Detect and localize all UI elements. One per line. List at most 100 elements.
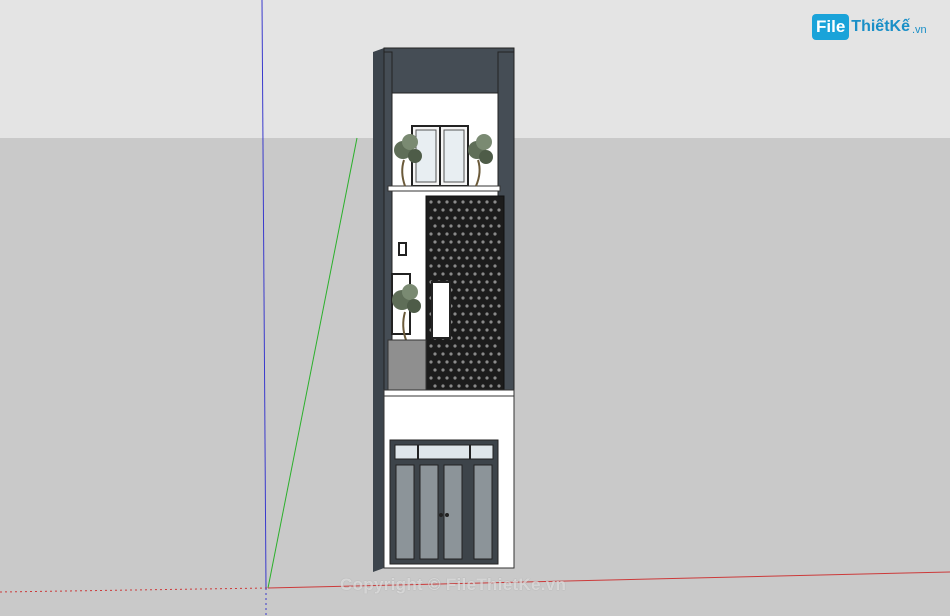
breeze-block-hole [433,352,437,356]
breeze-block-hole [461,280,465,284]
blue-axis [261,0,267,589]
breeze-block-hole [453,344,457,348]
breeze-block-hole [489,256,493,260]
breeze-block-hole [429,264,433,268]
breeze-block-hole [477,280,481,284]
breeze-block-hole [433,240,437,244]
breeze-block-hole [489,272,493,276]
breeze-block-hole [449,368,453,372]
breeze-block-hole [445,376,449,380]
breeze-block-hole [477,200,481,204]
breeze-block-hole [457,352,461,356]
breeze-block-hole [457,240,461,244]
breeze-block-hole [449,352,453,356]
breeze-block-hole [489,320,493,324]
breeze-block-hole [485,296,489,300]
breeze-block-hole [473,304,477,308]
green-axis [267,137,358,589]
breeze-block-hole [445,248,449,252]
planter-box [387,339,427,393]
logo-name: ThiếtKế [851,18,910,35]
model-scene[interactable] [0,0,950,616]
breeze-block-hole [445,216,449,220]
breeze-block-hole [453,264,457,268]
breeze-block-hole [497,352,501,356]
breeze-block-hole [493,344,497,348]
breeze-block-hole [445,344,449,348]
breeze-block-hole [489,352,493,356]
breeze-block-hole [461,376,465,380]
breeze-block-hole [437,264,441,268]
breeze-block-hole [477,328,481,332]
breeze-block-hole [469,328,473,332]
breeze-block-hole [485,344,489,348]
breeze-block-hole [449,240,453,244]
breeze-block-hole [461,296,465,300]
breeze-block-hole [461,216,465,220]
breeze-block-hole [477,264,481,268]
breeze-block-hole [485,216,489,220]
breeze-block-hole [457,384,461,388]
breeze-block-hole [445,200,449,204]
breeze-block-hole [493,360,497,364]
breeze-block-hole [457,320,461,324]
breeze-block-hole [493,312,497,316]
breeze-block-hole [493,216,497,220]
breeze-block-hole [429,232,433,236]
breeze-block-hole [469,312,473,316]
breeze-block-hole [477,216,481,220]
breeze-block-hole [429,360,433,364]
floor-band [383,389,515,397]
breeze-block-hole [489,288,493,292]
breeze-block-hole [485,328,489,332]
breeze-block-hole [469,296,473,300]
breeze-block-hole [473,256,477,260]
breeze-block-hole [473,384,477,388]
breeze-block-hole [477,296,481,300]
breeze-block-hole [473,320,477,324]
logo-suffix: .vn [911,24,927,36]
breeze-block-hole [473,288,477,292]
breeze-block-hole [497,368,501,372]
logo-badge: File [812,14,850,40]
breeze-block-hole [485,360,489,364]
breeze-block-hole [453,376,457,380]
breeze-block-hole [465,240,469,244]
vent-opening [398,242,407,256]
breeze-block-hole [477,376,481,380]
copyright-watermark: Copyright © FileThietKe.vn [340,575,567,594]
breeze-block-hole [489,384,493,388]
breeze-block-hole [477,360,481,364]
breeze-block-hole [453,248,457,252]
breeze-block-hole [465,320,469,324]
breeze-block-hole [457,256,461,260]
breeze-block-hole [493,296,497,300]
breeze-block-hole [477,232,481,236]
breeze-block-hole [489,304,493,308]
breeze-block-hole [473,240,477,244]
breeze-block-hole [453,232,457,236]
breeze-block-hole [449,384,453,388]
breeze-block-hole [433,224,437,228]
breeze-block-hole [481,304,485,308]
breeze-block-hole [433,256,437,260]
breeze-block-hole [469,280,473,284]
breeze-block-hole [465,224,469,228]
sketchup-viewport[interactable]: File ThiếtKế .vn Copyright © FileThietKe… [0,0,950,616]
breeze-block-hole [437,216,441,220]
breeze-block-hole [473,272,477,276]
townhouse-model [373,47,515,572]
breeze-block-hole [461,360,465,364]
breeze-block-hole [461,248,465,252]
ground-floor-door [389,439,499,565]
breeze-block-hole [477,344,481,348]
breeze-block-hole [481,208,485,212]
breeze-block-hole [469,264,473,268]
screen-window [431,281,451,339]
breeze-block-hole [461,200,465,204]
breeze-block-hole [485,280,489,284]
breeze-block-hole [477,248,481,252]
breeze-block-hole [465,272,469,276]
breeze-block-hole [469,248,473,252]
breeze-block-hole [493,200,497,204]
